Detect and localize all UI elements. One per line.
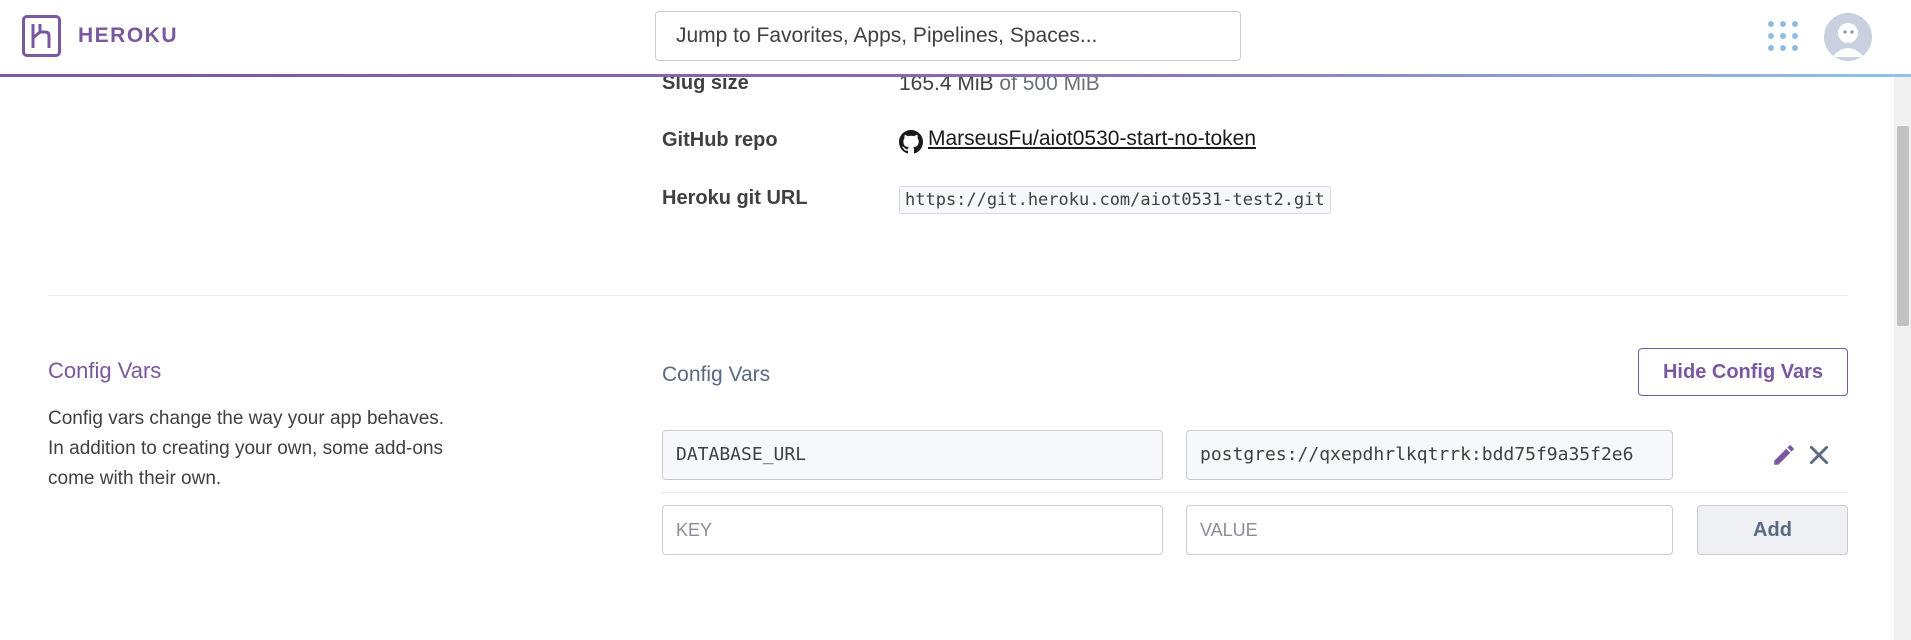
heroku-git-url-label: Heroku git URL — [662, 187, 808, 209]
search-input[interactable] — [655, 11, 1241, 61]
new-key-input[interactable]: KEY — [662, 505, 1163, 555]
add-config-var-button[interactable]: Add — [1697, 505, 1848, 555]
top-header: HEROKU — [0, 0, 1911, 74]
delete-close-icon[interactable] — [1806, 442, 1832, 468]
github-repo-label: GitHub repo — [662, 129, 778, 151]
config-key-field[interactable]: DATABASE_URL — [662, 430, 1163, 480]
config-vars-section-title: Config Vars — [48, 358, 162, 383]
edit-pencil-icon[interactable] — [1771, 442, 1797, 468]
github-icon — [899, 130, 923, 154]
user-avatar[interactable] — [1824, 13, 1872, 61]
heroku-logo-icon[interactable] — [22, 15, 61, 57]
apps-grid-icon[interactable] — [1768, 21, 1798, 51]
brand-name[interactable]: HEROKU — [78, 24, 178, 48]
config-value-field[interactable]: postgres://qxepdhrlkqtrrk:bdd75f9a35f2e6 — [1186, 430, 1673, 480]
heroku-git-url-value[interactable]: https://git.heroku.com/aiot0531-test2.gi… — [899, 186, 1331, 214]
hide-config-vars-button[interactable]: Hide Config Vars — [1638, 348, 1848, 396]
new-value-input[interactable]: VALUE — [1186, 505, 1673, 555]
github-repo-link[interactable]: MarseusFu/aiot0530-start-no-token — [928, 127, 1256, 151]
config-vars-description: Config vars change the way your app beha… — [48, 408, 445, 489]
section-divider — [48, 295, 1848, 296]
header-accent-line — [0, 74, 1911, 77]
page-scrollbar-thumb[interactable] — [1897, 126, 1909, 326]
config-row-divider — [662, 492, 1848, 493]
config-vars-subtitle: Config Vars — [662, 363, 771, 386]
